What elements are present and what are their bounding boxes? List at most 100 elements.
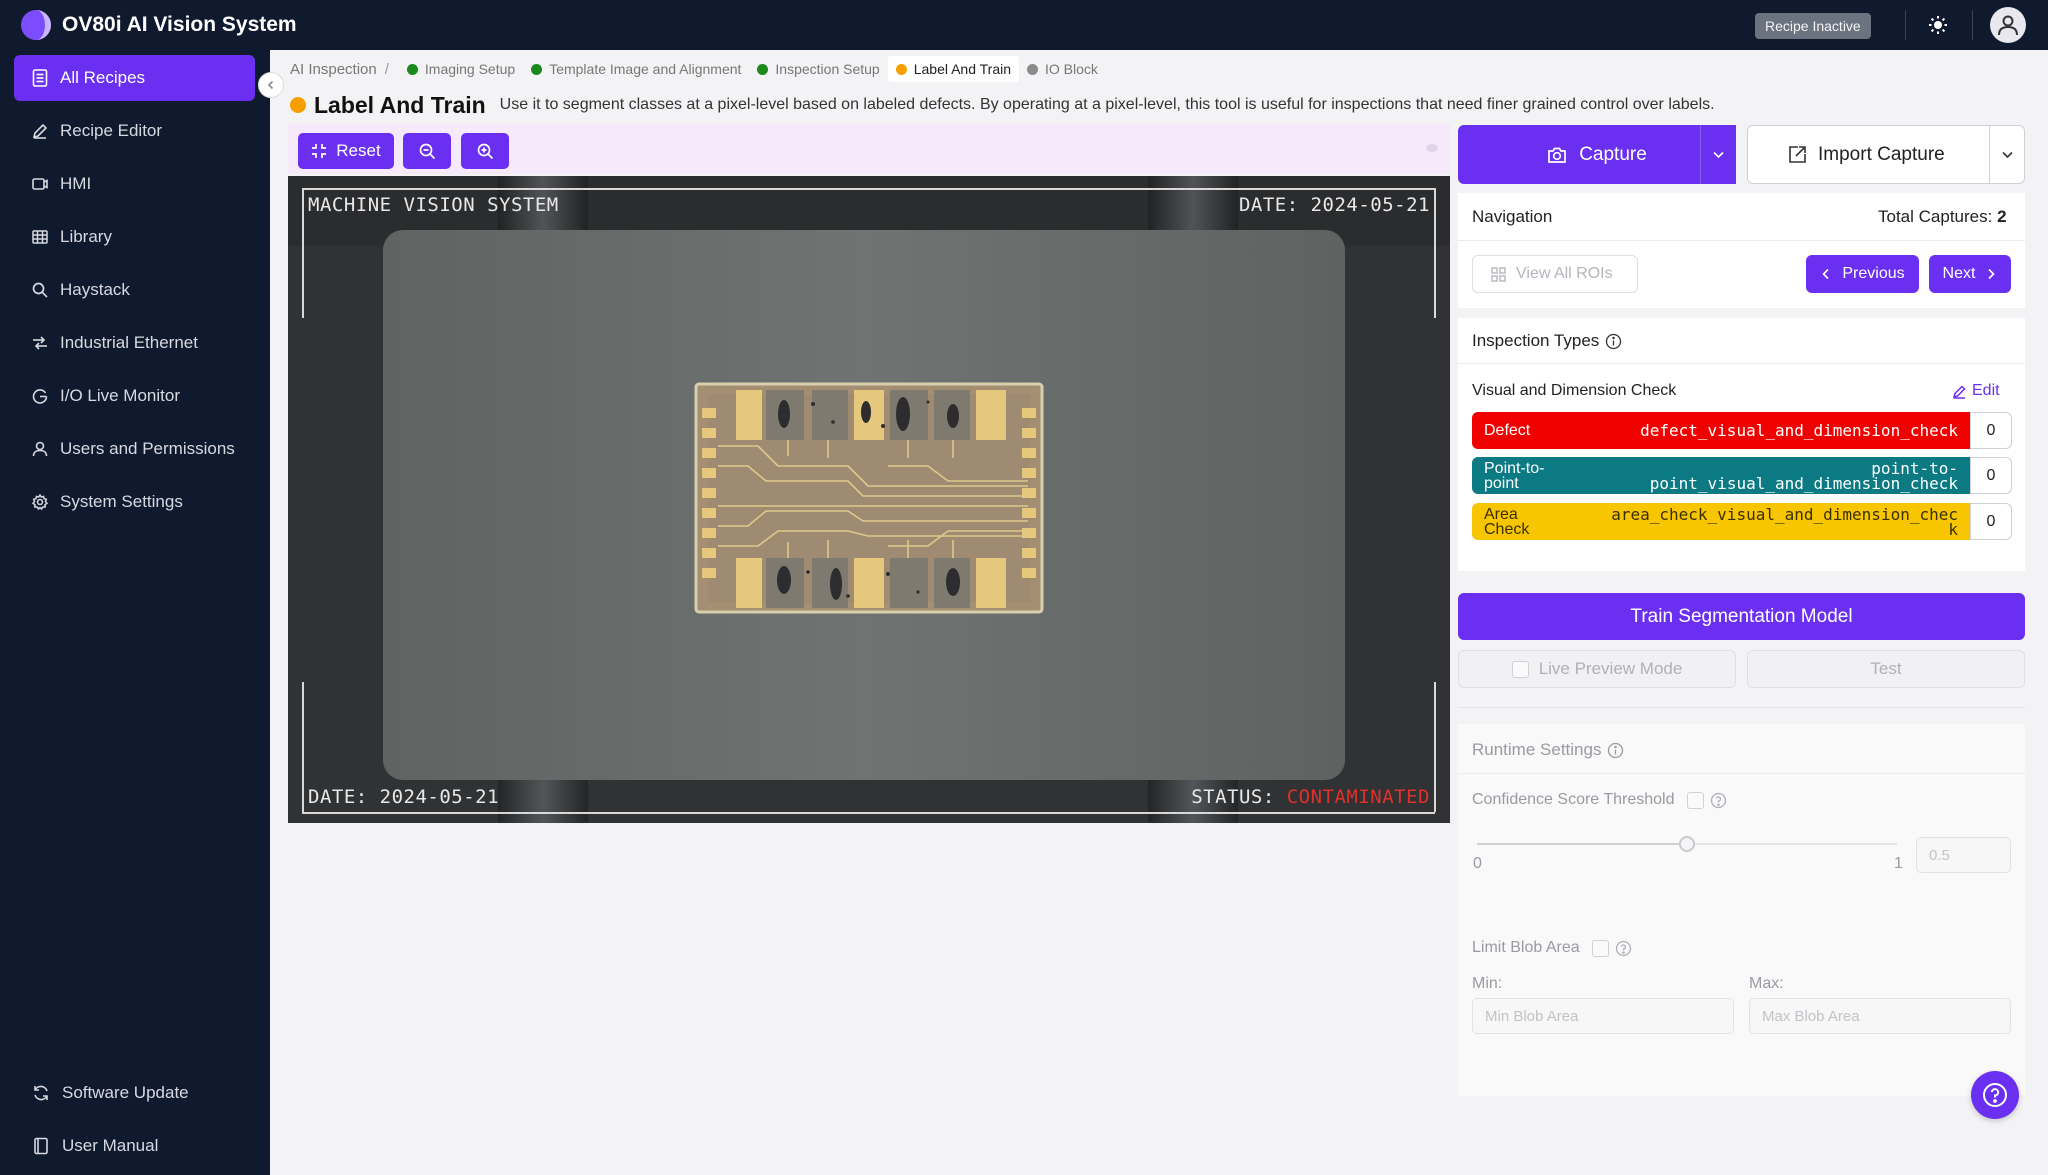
- sidebar-item-haystack[interactable]: Haystack: [14, 267, 255, 313]
- inspection-group-name: Visual and Dimension Check: [1472, 382, 1677, 399]
- inspection-types-header: Inspection Types: [1472, 331, 1622, 351]
- zoom-out-button[interactable]: [403, 133, 451, 169]
- sidebar-item-io-live-monitor[interactable]: I/O Live Monitor: [14, 373, 255, 419]
- live-preview-checkbox[interactable]: [1511, 660, 1529, 678]
- sidebar-item-users-and-permissions[interactable]: Users and Permissions: [14, 426, 255, 472]
- inspection-row-defect[interactable]: Defect defect_visual_and_dimension_check: [1472, 412, 1970, 449]
- inspection-row-value: defect_visual_and_dimension_check: [1640, 421, 1958, 440]
- step-template-image-and-alignment[interactable]: Template Image and Alignment: [523, 56, 749, 82]
- user-avatar-button[interactable]: [1990, 7, 2026, 43]
- live-preview-mode-button[interactable]: Live Preview Mode: [1458, 650, 1736, 688]
- runtime-settings-header: Runtime Settings: [1472, 740, 1624, 760]
- recipe-status-badge: Recipe Inactive: [1755, 13, 1871, 39]
- import-icon: [1789, 146, 1806, 163]
- help-icon: [1983, 1083, 2007, 1107]
- sidebar-item-all-recipes[interactable]: All Recipes: [14, 55, 255, 101]
- step-imaging-setup[interactable]: Imaging Setup: [399, 56, 523, 82]
- next-button[interactable]: Next: [1929, 255, 2011, 293]
- inspection-row-label: Point-to- point: [1484, 460, 1544, 491]
- previous-button[interactable]: Previous: [1806, 255, 1919, 293]
- status-label: STATUS:: [1191, 786, 1275, 808]
- confidence-value-input[interactable]: 0.5: [1916, 837, 2011, 873]
- frame-line: [1434, 188, 1436, 318]
- next-label: Next: [1942, 265, 1976, 282]
- train-segmentation-model-button[interactable]: Train Segmentation Model: [1458, 593, 2025, 640]
- confidence-threshold-label: Confidence Score Threshold: [1472, 791, 1675, 808]
- reset-button[interactable]: Reset: [298, 133, 394, 169]
- limit-blob-area-checkbox[interactable]: [1591, 939, 1609, 957]
- step-label: IO Block: [1045, 61, 1098, 77]
- info-icon[interactable]: [1605, 333, 1622, 350]
- help-icon[interactable]: [1710, 792, 1727, 809]
- user-icon: [1998, 15, 2018, 36]
- confidence-threshold-checkbox[interactable]: [1686, 791, 1704, 809]
- frame-line: [1434, 682, 1436, 812]
- overlay-system-label: MACHINE VISION SYSTEM: [308, 194, 559, 216]
- chevron-down-icon: [1713, 151, 1724, 159]
- inspection-image: [288, 176, 1450, 823]
- visibility-icon[interactable]: [1426, 144, 1438, 152]
- sidebar-item-user-manual[interactable]: User Manual: [14, 1123, 255, 1169]
- sidebar-item-library[interactable]: Library: [14, 214, 255, 260]
- step-label-and-train[interactable]: Label And Train: [887, 56, 1020, 82]
- sidebar-item-software-update[interactable]: Software Update: [14, 1070, 255, 1116]
- edit-button[interactable]: Edit: [1952, 382, 2000, 400]
- previous-label: Previous: [1842, 265, 1905, 282]
- sun-icon: [1929, 16, 1947, 34]
- network-icon: [33, 336, 47, 350]
- edit-label: Edit: [1972, 382, 2000, 399]
- app-logo-icon: [20, 9, 52, 41]
- inspection-count[interactable]: 0: [1970, 503, 2012, 540]
- view-all-rois-button[interactable]: View All ROIs: [1472, 255, 1638, 293]
- sidebar-item-recipe-editor[interactable]: Recipe Editor: [14, 108, 255, 154]
- library-icon: [32, 230, 48, 244]
- step-io-block[interactable]: IO Block: [1019, 56, 1106, 82]
- help-icon[interactable]: [1615, 940, 1632, 957]
- status-dot: [895, 63, 907, 75]
- grid-icon: [1491, 266, 1506, 282]
- book-icon: [34, 1137, 48, 1155]
- import-options-button[interactable]: [1989, 125, 2025, 184]
- max-label: Max:: [1749, 975, 1784, 992]
- inspection-count[interactable]: 0: [1970, 457, 2012, 494]
- info-icon[interactable]: [1607, 742, 1624, 759]
- status-dot: [531, 63, 543, 75]
- overlay-status: STATUS: CONTAMINATED: [1191, 786, 1430, 808]
- value-line: point_visual_and_dimension_check: [1649, 473, 1958, 493]
- min-blob-area-input[interactable]: Min Blob Area: [1472, 998, 1734, 1034]
- total-captures: Total Captures: 2: [1878, 207, 2007, 227]
- capture-button[interactable]: Capture: [1458, 125, 1736, 184]
- max-blob-area-input[interactable]: Max Blob Area: [1749, 998, 2011, 1034]
- reset-label: Reset: [336, 141, 381, 160]
- sidebar-item-label: Software Update: [62, 1083, 189, 1102]
- inspection-row-point-to-point[interactable]: Point-to- point point-to- point_visual_a…: [1472, 457, 1970, 494]
- help-button[interactable]: [1971, 1071, 2019, 1119]
- breadcrumb-root[interactable]: AI Inspection: [290, 61, 377, 78]
- theme-toggle-button[interactable]: [1920, 10, 1956, 40]
- sidebar-item-industrial-ethernet[interactable]: Industrial Ethernet: [14, 320, 255, 366]
- sidebar-item-system-settings[interactable]: System Settings: [14, 479, 255, 525]
- test-button[interactable]: Test: [1747, 650, 2025, 688]
- breadcrumb: AI Inspection / Imaging Setup Template I…: [290, 56, 1106, 82]
- total-captures-label: Total Captures:: [1878, 207, 1993, 226]
- inspection-types-title: Inspection Types: [1472, 331, 1600, 350]
- capture-image[interactable]: MACHINE VISION SYSTEM DATE: 2024-05-21 D…: [288, 176, 1450, 823]
- label-line: Check: [1484, 520, 1530, 538]
- sidebar-item-label: Haystack: [60, 280, 130, 299]
- slider-thumb[interactable]: [1679, 836, 1695, 852]
- refresh-icon: [34, 1085, 48, 1101]
- confidence-slider[interactable]: [1477, 836, 1897, 852]
- sidebar-collapse-button[interactable]: [258, 72, 284, 98]
- total-captures-value: 2: [1997, 207, 2007, 226]
- chevron-right-icon: [1988, 268, 1996, 280]
- zoom-in-button[interactable]: [461, 133, 509, 169]
- inspection-row-area-check[interactable]: Area Check area_check_visual_and_dimensi…: [1472, 503, 1970, 540]
- slider-fill: [1477, 843, 1687, 845]
- import-capture-button[interactable]: Import Capture: [1747, 125, 1990, 184]
- search-icon: [32, 282, 48, 298]
- capture-options-button[interactable]: [1700, 125, 1736, 184]
- inspection-count[interactable]: 0: [1970, 412, 2012, 449]
- step-label: Template Image and Alignment: [549, 61, 742, 77]
- step-inspection-setup[interactable]: Inspection Setup: [749, 56, 887, 82]
- sidebar-item-hmi[interactable]: HMI: [14, 161, 255, 207]
